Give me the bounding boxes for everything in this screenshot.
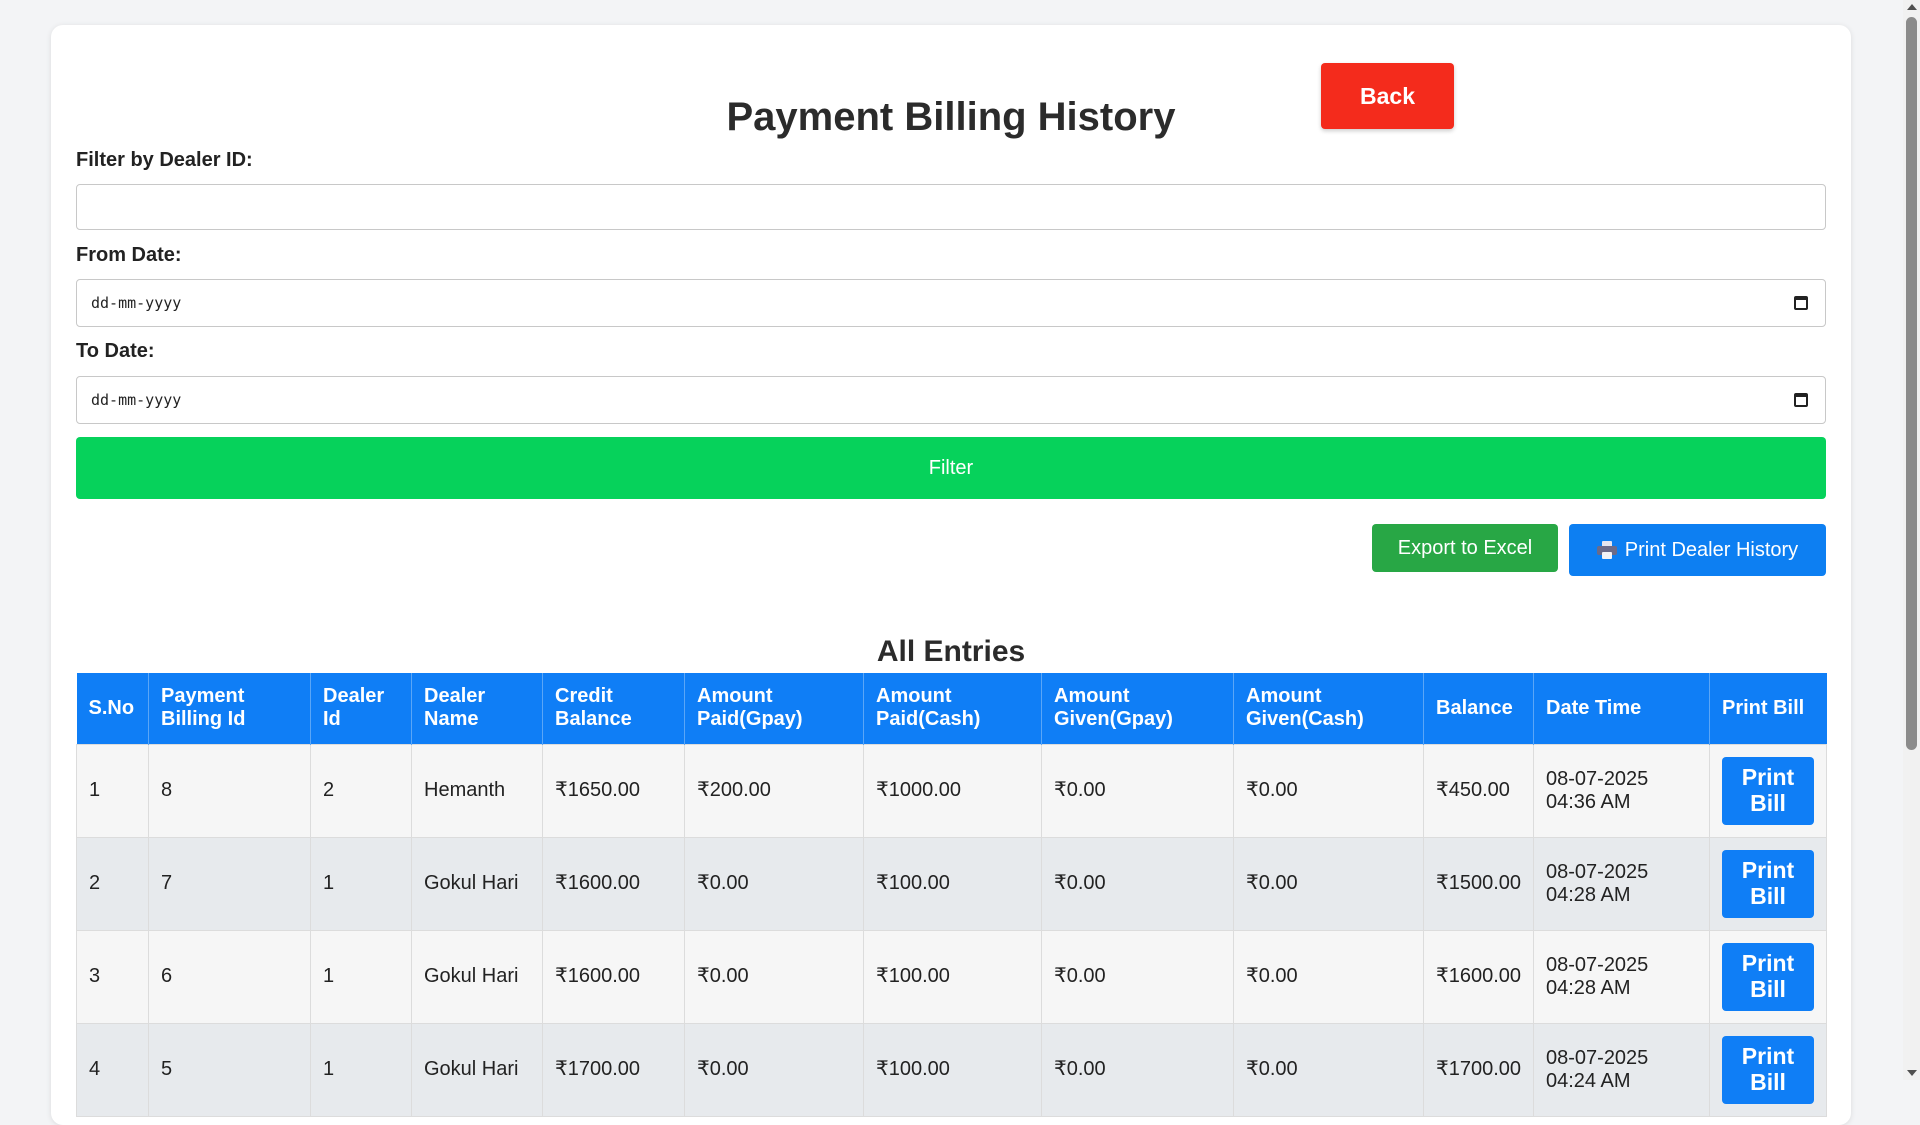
from-date-input[interactable]: dd-mm-yyyy [76, 279, 1826, 327]
cell-amount-given-cash: ₹0.00 [1233, 929, 1424, 1024]
cell-dealer-id: 2 [310, 743, 412, 838]
cell-date-time: 08-07-2025 04:24 AM [1533, 1022, 1710, 1117]
cell-sno: 2 [76, 836, 149, 931]
cell-balance: ₹1700.00 [1423, 1022, 1534, 1117]
table-row: 1 8 2 Hemanth ₹1650.00 ₹200.00 ₹1000.00 … [76, 743, 1827, 838]
cell-dealer-name: Gokul Hari [411, 929, 543, 1024]
export-to-excel-button[interactable]: Export to Excel [1372, 524, 1558, 572]
printer-icon [1596, 541, 1617, 559]
entries-table: S.No Payment Billing Id Dealer Id Dealer… [76, 673, 1827, 1117]
cell-print-bill: Print Bill [1709, 1022, 1827, 1117]
table-header-row: S.No Payment Billing Id Dealer Id Dealer… [76, 673, 1827, 744]
header-amount-paid-cash: Amount Paid(Cash) [863, 673, 1042, 744]
cell-payment-billing-id: 8 [148, 743, 311, 838]
cell-credit-balance: ₹1600.00 [542, 836, 685, 931]
cell-date-time: 08-07-2025 04:28 AM [1533, 929, 1710, 1024]
cell-amount-paid-gpay: ₹200.00 [684, 743, 864, 838]
header-credit-balance: Credit Balance [542, 673, 685, 744]
cell-dealer-name: Gokul Hari [411, 1022, 543, 1117]
to-date-placeholder: dd-mm-yyyy [91, 391, 182, 409]
filter-button[interactable]: Filter [76, 437, 1826, 499]
from-date-placeholder: dd-mm-yyyy [91, 294, 182, 312]
print-bill-button[interactable]: Print Bill [1722, 849, 1814, 918]
cell-print-bill: Print Bill [1709, 836, 1827, 931]
print-bill-button[interactable]: Print Bill [1722, 756, 1814, 825]
cell-date-time: 08-07-2025 04:28 AM [1533, 836, 1710, 931]
cell-amount-paid-gpay: ₹0.00 [684, 1022, 864, 1117]
cell-amount-given-gpay: ₹0.00 [1041, 836, 1234, 931]
cell-amount-given-cash: ₹0.00 [1233, 836, 1424, 931]
cell-dealer-name: Hemanth [411, 743, 543, 838]
header-amount-given-gpay: Amount Given(Gpay) [1041, 673, 1234, 744]
table-row: 2 7 1 Gokul Hari ₹1600.00 ₹0.00 ₹100.00 … [76, 836, 1827, 931]
cell-balance: ₹1600.00 [1423, 929, 1534, 1024]
table-row: 4 5 1 Gokul Hari ₹1700.00 ₹0.00 ₹100.00 … [76, 1022, 1827, 1117]
header-dealer-id: Dealer Id [310, 673, 412, 744]
cell-amount-paid-cash: ₹100.00 [863, 929, 1042, 1024]
cell-payment-billing-id: 5 [148, 1022, 311, 1117]
cell-payment-billing-id: 6 [148, 929, 311, 1024]
cell-print-bill: Print Bill [1709, 743, 1827, 838]
print-dealer-history-button[interactable]: Print Dealer History [1569, 524, 1826, 576]
cell-amount-paid-cash: ₹100.00 [863, 1022, 1042, 1117]
cell-credit-balance: ₹1600.00 [542, 929, 685, 1024]
back-button[interactable]: Back [1321, 63, 1454, 129]
header-amount-given-cash: Amount Given(Cash) [1233, 673, 1424, 744]
to-date-label: To Date: [76, 340, 155, 362]
cell-balance: ₹450.00 [1423, 743, 1534, 838]
print-bill-button[interactable]: Print Bill [1722, 1035, 1814, 1104]
billing-history-card: Payment Billing History Back Filter by D… [51, 25, 1851, 1125]
section-title: All Entries [876, 635, 1026, 668]
cell-date-time: 08-07-2025 04:36 AM [1533, 743, 1710, 838]
from-date-label: From Date: [76, 244, 182, 266]
cell-amount-paid-gpay: ₹0.00 [684, 836, 864, 931]
header-sno: S.No [76, 673, 149, 744]
cell-credit-balance: ₹1650.00 [542, 743, 685, 838]
scroll-up-arrow-icon[interactable] [1907, 4, 1917, 10]
cell-dealer-id: 1 [310, 929, 412, 1024]
to-date-input[interactable]: dd-mm-yyyy [76, 376, 1826, 424]
page-title: Payment Billing History [726, 95, 1176, 139]
cell-amount-given-gpay: ₹0.00 [1041, 929, 1234, 1024]
cell-amount-given-gpay: ₹0.00 [1041, 743, 1234, 838]
header-payment-billing-id: Payment Billing Id [148, 673, 311, 744]
cell-amount-paid-cash: ₹100.00 [863, 836, 1042, 931]
print-bill-button[interactable]: Print Bill [1722, 942, 1814, 1011]
header-dealer-name: Dealer Name [411, 673, 543, 744]
table-row: 3 6 1 Gokul Hari ₹1600.00 ₹0.00 ₹100.00 … [76, 929, 1827, 1024]
calendar-icon[interactable] [1794, 393, 1808, 407]
cell-amount-given-cash: ₹0.00 [1233, 1022, 1424, 1117]
cell-dealer-name: Gokul Hari [411, 836, 543, 931]
header-balance: Balance [1423, 673, 1534, 744]
dealer-id-label: Filter by Dealer ID: [76, 149, 253, 171]
print-dealer-history-label: Print Dealer History [1624, 538, 1799, 561]
page-scrollbar[interactable] [1903, 0, 1920, 1080]
cell-sno: 4 [76, 1022, 149, 1117]
cell-dealer-id: 1 [310, 1022, 412, 1117]
cell-sno: 3 [76, 929, 149, 1024]
cell-amount-paid-gpay: ₹0.00 [684, 929, 864, 1024]
dealer-id-input[interactable] [76, 184, 1826, 230]
scrollbar-thumb[interactable] [1906, 17, 1917, 750]
cell-payment-billing-id: 7 [148, 836, 311, 931]
calendar-icon[interactable] [1794, 296, 1808, 310]
header-amount-paid-gpay: Amount Paid(Gpay) [684, 673, 864, 744]
cell-amount-paid-cash: ₹1000.00 [863, 743, 1042, 838]
scroll-down-arrow-icon[interactable] [1907, 1070, 1917, 1076]
cell-amount-given-gpay: ₹0.00 [1041, 1022, 1234, 1117]
cell-print-bill: Print Bill [1709, 929, 1827, 1024]
cell-balance: ₹1500.00 [1423, 836, 1534, 931]
cell-dealer-id: 1 [310, 836, 412, 931]
cell-amount-given-cash: ₹0.00 [1233, 743, 1424, 838]
cell-credit-balance: ₹1700.00 [542, 1022, 685, 1117]
header-date-time: Date Time [1533, 673, 1710, 744]
cell-sno: 1 [76, 743, 149, 838]
header-print-bill: Print Bill [1709, 673, 1827, 744]
